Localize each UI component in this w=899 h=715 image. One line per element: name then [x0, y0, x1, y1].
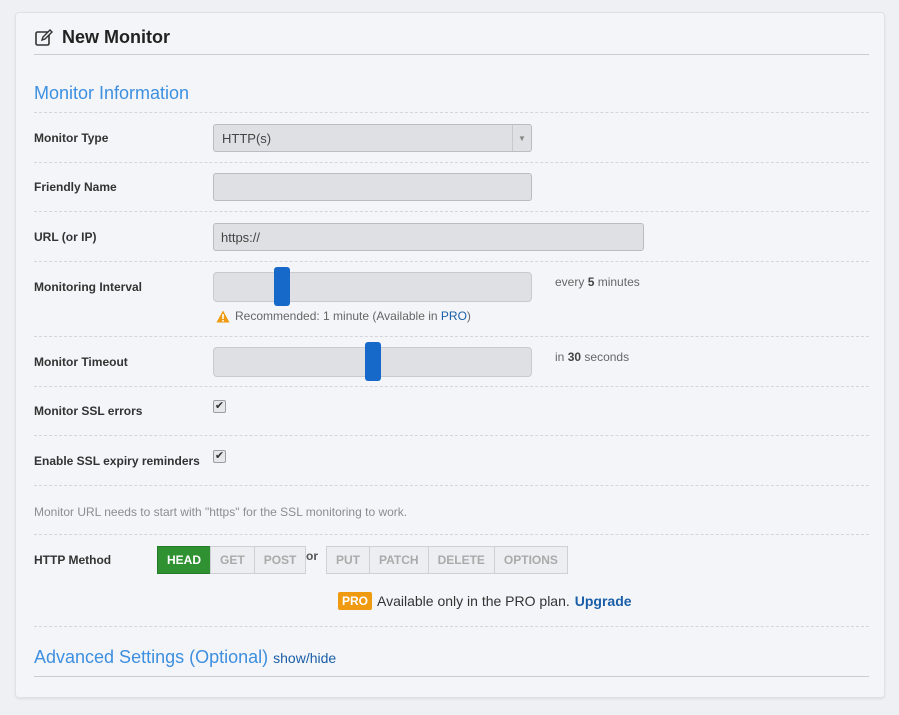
timeout-prefix: in [555, 350, 565, 364]
chevron-down-icon[interactable]: ▼ [512, 125, 531, 151]
pro-badge: PRO [338, 592, 373, 610]
advanced-settings-header: Advanced Settings (Optional) show/hide [34, 647, 336, 668]
monitor-type-select[interactable]: HTTP(s) ▼ [213, 124, 532, 152]
slider-handle[interactable] [365, 342, 381, 381]
recommendation-close: ) [466, 309, 471, 323]
http-method-group-primary: HEAD GET POST [157, 546, 307, 574]
section-title-monitor-information: Monitor Information [34, 83, 190, 103]
method-options-button[interactable]: OPTIONS [493, 546, 568, 574]
url-label: URL (or IP) [34, 230, 97, 244]
warning-icon [216, 310, 230, 323]
page-title: New Monitor [62, 27, 170, 47]
interval-suffix: minutes [597, 275, 640, 289]
monitor-type-label: Monitor Type [34, 131, 109, 145]
monitor-timeout-value: in 30 seconds [555, 350, 629, 364]
pro-link[interactable]: PRO [441, 309, 467, 323]
monitor-ssl-errors-label: Monitor SSL errors [34, 404, 143, 418]
monitoring-interval-value: every 5 minutes [555, 275, 640, 289]
pro-plan-notice: PRO Available only in the PRO plan. Upgr… [338, 592, 632, 610]
edit-icon [34, 28, 54, 48]
monitoring-interval-label: Monitoring Interval [34, 280, 142, 294]
interval-recommendation: Recommended: 1 minute (Available in PRO) [216, 309, 471, 323]
monitoring-interval-slider[interactable] [213, 267, 532, 306]
slider-handle[interactable] [274, 267, 290, 306]
monitor-type-value: HTTP(s) [222, 130, 272, 146]
divider [34, 112, 869, 113]
divider [34, 386, 869, 387]
divider [34, 485, 869, 486]
divider [34, 534, 869, 535]
new-monitor-panel: New Monitor Monitor Information Monitor … [15, 12, 885, 698]
ssl-monitoring-note: Monitor URL needs to start with "https" … [34, 505, 408, 519]
timeout-suffix: seconds [584, 350, 630, 364]
divider [34, 261, 869, 262]
panel-header: New Monitor [34, 21, 869, 55]
friendly-name-label: Friendly Name [34, 180, 117, 194]
interval-number: 5 [587, 275, 595, 289]
pro-notice-text: Available only in the PRO plan. [377, 593, 570, 609]
http-method-group-pro: PUT PATCH DELETE OPTIONS [326, 546, 568, 574]
upgrade-link[interactable]: Upgrade [575, 593, 632, 609]
ssl-expiry-label: Enable SSL expiry reminders [34, 454, 200, 468]
method-put-button[interactable]: PUT [326, 546, 370, 574]
timeout-number: 30 [567, 350, 582, 364]
monitor-timeout-label: Monitor Timeout [34, 355, 128, 369]
divider [34, 435, 869, 436]
method-head-button[interactable]: HEAD [157, 546, 212, 574]
friendly-name-input[interactable] [213, 173, 532, 201]
interval-prefix: every [555, 275, 585, 289]
divider [34, 626, 869, 627]
http-method-label: HTTP Method [34, 553, 112, 567]
recommendation-text: Recommended: 1 minute (Available in [235, 309, 438, 323]
show-hide-toggle[interactable]: show/hide [273, 650, 336, 666]
or-separator: or [306, 549, 318, 563]
divider [34, 211, 869, 212]
divider [34, 162, 869, 163]
divider [34, 676, 869, 677]
method-delete-button[interactable]: DELETE [427, 546, 495, 574]
advanced-settings-title: Advanced Settings (Optional) [34, 647, 269, 667]
monitor-ssl-errors-checkbox[interactable]: ✔ [213, 400, 226, 413]
method-patch-button[interactable]: PATCH [369, 546, 429, 574]
method-get-button[interactable]: GET [210, 546, 255, 574]
method-post-button[interactable]: POST [253, 546, 307, 574]
ssl-expiry-checkbox[interactable]: ✔ [213, 450, 226, 463]
monitor-timeout-slider[interactable] [213, 342, 532, 381]
divider [34, 336, 869, 337]
url-input[interactable]: https:// [213, 223, 644, 251]
